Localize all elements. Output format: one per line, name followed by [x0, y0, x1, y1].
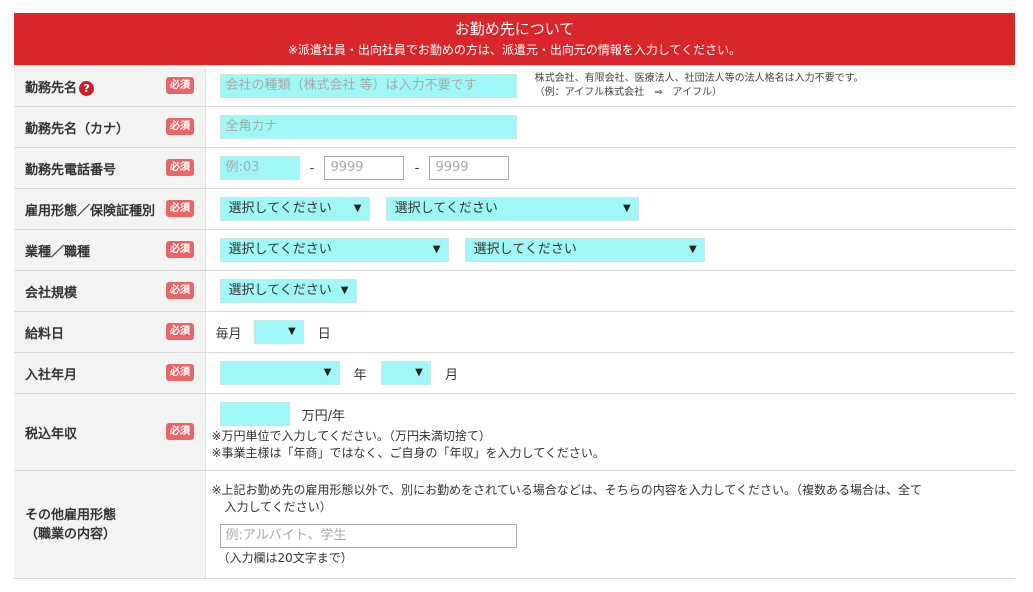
select-value: 選択してください: [394, 201, 498, 216]
payday-select[interactable]: ▼: [253, 320, 304, 344]
other-note-2: 入力してください）: [224, 500, 332, 514]
income-unit: 万円/年: [301, 408, 346, 424]
company-name-input[interactable]: 会社の種類（株式会社 等）は入力不要です: [219, 74, 517, 98]
row-income: 税込年収 必須 万円/年 ※万円単位で入力してください。（万円未満切捨て） ※事…: [14, 393, 1015, 471]
required-badge: 必須: [166, 77, 194, 94]
other-note-1: ※上記お勤め先の雇用形態以外で、別にお勤めをされている場合などは、そちらの内容を…: [211, 483, 923, 497]
row-payday: 給料日 必須 毎月 ▼ 日: [14, 311, 1015, 353]
required-badge: 必須: [166, 323, 194, 340]
required-badge: 必須: [166, 159, 194, 176]
required-badge: 必須: [166, 118, 194, 135]
phone-label: 勤務先電話番号: [25, 162, 117, 178]
help-icon[interactable]: ?: [79, 80, 95, 96]
row-other-employment: その他雇用形態 （職業の内容） ※上記お勤め先の雇用形態以外で、別にお勤めをされ…: [14, 470, 1015, 579]
chevron-down-icon: ▼: [340, 285, 349, 296]
select-value: 選択してください: [473, 242, 577, 257]
chevron-down-icon: ▼: [353, 203, 362, 214]
phone-last-input[interactable]: 9999: [429, 156, 510, 180]
company-name-note-2: （例：アイフル株式会社 ⇒ アイフル）: [534, 87, 723, 98]
month-suffix: 月: [444, 367, 458, 383]
chevron-down-icon: ▼: [432, 244, 441, 255]
required-badge: 必須: [166, 200, 194, 217]
row-industry: 業種／職種 必須 選択してください ▼ 選択してください ▼: [14, 229, 1015, 271]
income-note-1: ※万円単位で入力してください。（万円未満切捨て）: [211, 429, 491, 443]
industry-select[interactable]: 選択してください ▼: [219, 238, 449, 262]
required-badge: 必須: [166, 241, 194, 258]
other-employment-input[interactable]: 例:アルバイト、学生: [219, 524, 517, 548]
industry-label: 業種／職種: [25, 244, 91, 260]
select-value: 選択してください: [228, 242, 332, 257]
phone-area-input[interactable]: 例:03: [219, 156, 300, 180]
section-subtitle: ※派遣社員・出向社員でお勤めの方は、派遣元・出向元の情報を入力してください。: [287, 43, 742, 57]
required-badge: 必須: [166, 423, 194, 440]
company-name-label: 勤務先名: [25, 80, 78, 96]
insurance-type-select[interactable]: 選択してください ▼: [385, 197, 639, 221]
company-size-label: 会社規模: [25, 285, 78, 301]
row-company-size: 会社規模 必須 選択してください ▼: [14, 270, 1015, 312]
occupation-select[interactable]: 選択してください ▼: [464, 238, 705, 262]
chevron-down-icon: ▼: [622, 203, 631, 214]
join-year-select[interactable]: ▼: [219, 361, 340, 385]
select-value: 選択してください: [228, 283, 332, 298]
join-date-label: 入社年月: [25, 367, 78, 383]
year-suffix: 年: [353, 367, 367, 383]
select-value: 選択してください: [228, 201, 332, 216]
company-kana-input[interactable]: 全角カナ: [219, 115, 517, 139]
payday-suffix: 日: [317, 326, 331, 342]
chevron-down-icon: ▼: [688, 244, 697, 255]
payday-prefix: 毎月: [215, 326, 242, 342]
chevron-down-icon: ▼: [287, 326, 296, 337]
section-title: お勤め先について: [454, 20, 575, 38]
payday-label: 給料日: [25, 326, 65, 342]
row-join-date: 入社年月 必須 ▼ 年 ▼ 月: [14, 352, 1015, 394]
row-company-name: 勤務先名? 必須 会社の種類（株式会社 等）は入力不要です 株式会社、有限会社、…: [14, 65, 1015, 107]
other-employment-label: その他雇用形態: [25, 507, 117, 523]
income-label: 税込年収: [25, 426, 78, 442]
required-badge: 必須: [166, 364, 194, 381]
phone-separator: -: [309, 160, 315, 176]
phone-middle-input[interactable]: 9999: [324, 156, 405, 180]
employment-type-select[interactable]: 選択してください ▼: [219, 197, 370, 221]
phone-separator: -: [414, 160, 420, 176]
company-name-note-1: 株式会社、有限会社、医療法人、社団法人等の法人格名は入力不要です。: [534, 73, 864, 84]
form-table: 勤務先名? 必須 会社の種類（株式会社 等）は入力不要です 株式会社、有限会社、…: [14, 65, 1015, 579]
input-limit-note: （入力欄は20文字まで）: [217, 551, 353, 565]
other-employment-sublabel: （職業の内容）: [25, 526, 117, 542]
row-employment: 雇用形態／保険証種別 必須 選択してください ▼ 選択してください ▼: [14, 188, 1015, 230]
chevron-down-icon: ▼: [415, 367, 423, 378]
income-note-2: ※事業主様は「年商」ではなく、ご自身の「年収」を入力してください。: [211, 446, 605, 460]
row-phone: 勤務先電話番号 必須 例:03 - 9999 - 9999: [14, 147, 1015, 189]
employment-label: 雇用形態／保険証種別: [25, 203, 156, 219]
income-input[interactable]: [219, 402, 290, 426]
chevron-down-icon: ▼: [323, 367, 332, 378]
required-badge: 必須: [166, 282, 194, 299]
company-size-select[interactable]: 選択してください ▼: [219, 279, 357, 303]
join-month-select[interactable]: ▼: [380, 361, 431, 385]
section-header: お勤め先について ※派遣社員・出向社員でお勤めの方は、派遣元・出向元の情報を入力…: [14, 13, 1015, 65]
company-kana-label: 勤務先名（カナ）: [25, 121, 130, 137]
workplace-form: お勤め先について ※派遣社員・出向社員でお勤めの方は、派遣元・出向元の情報を入力…: [14, 13, 1015, 579]
row-company-kana: 勤務先名（カナ） 必須 全角カナ: [14, 106, 1015, 148]
